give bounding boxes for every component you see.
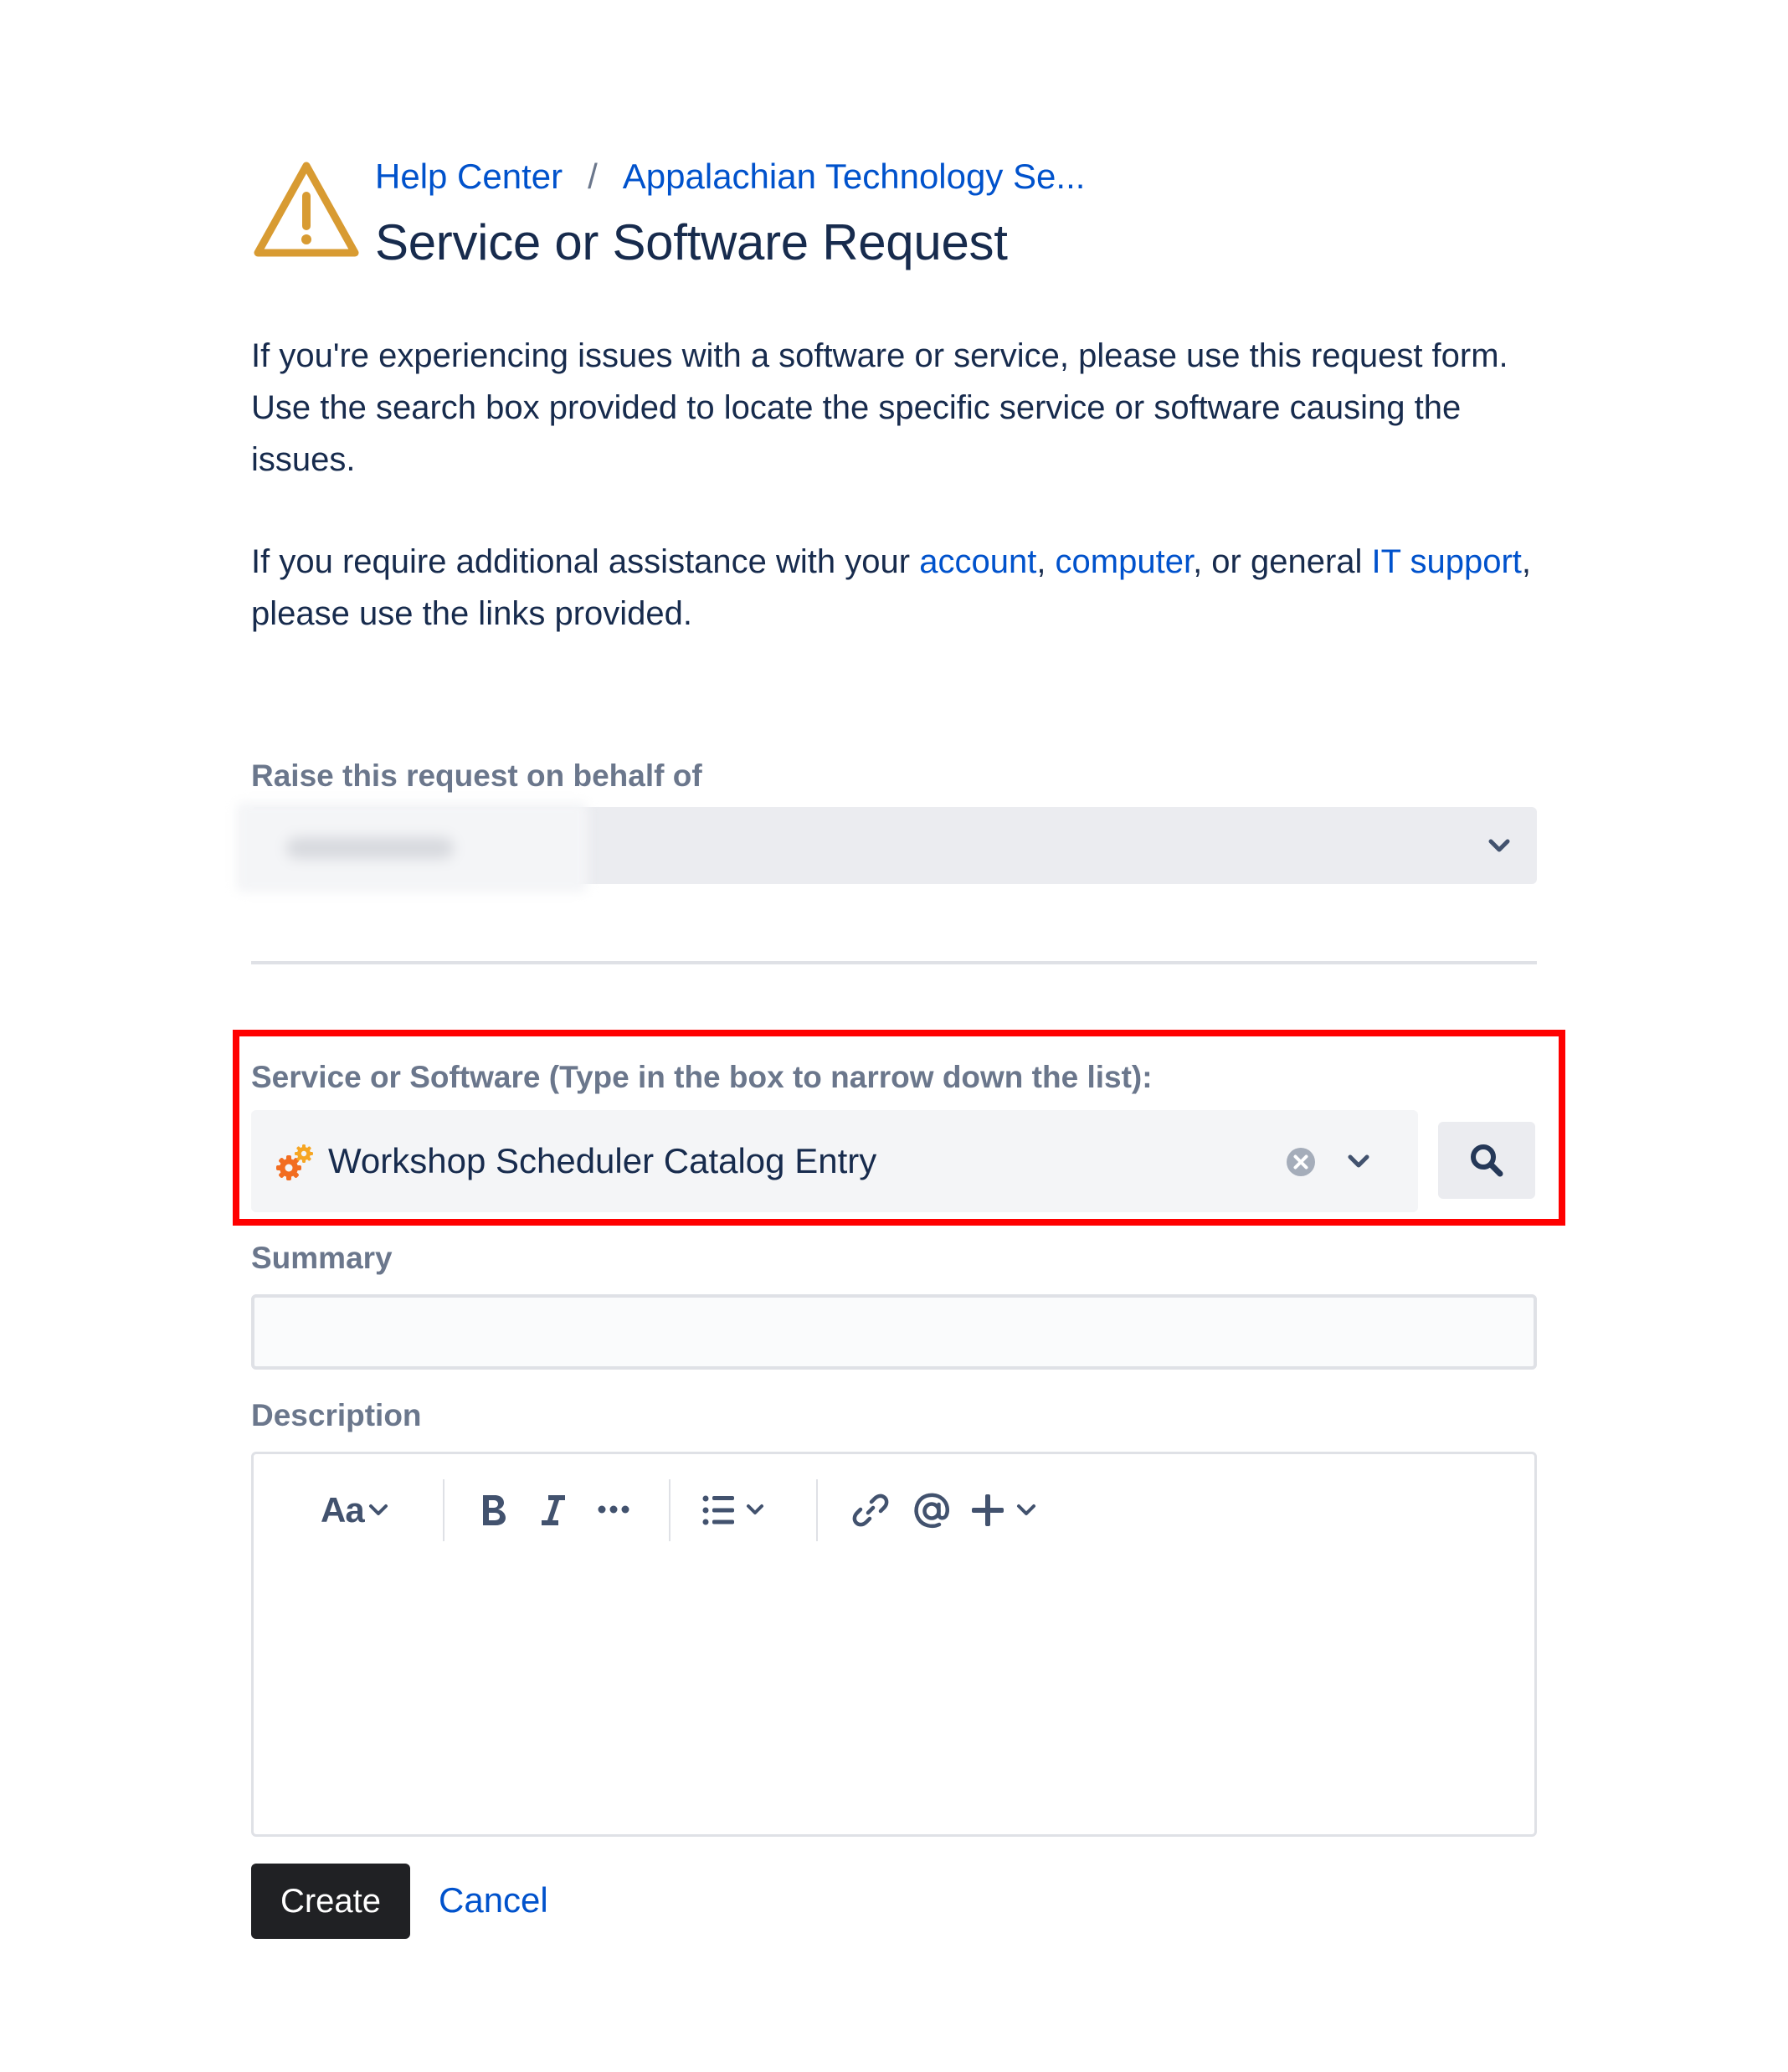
warning-triangle-icon	[254, 162, 359, 257]
redacted-user	[236, 802, 588, 892]
breadcrumb: Help Center / Appalachian Technology Se.…	[375, 153, 1085, 200]
text-style-label: Aa	[321, 1490, 365, 1530]
section-divider	[251, 961, 1537, 964]
breadcrumb-service-desk[interactable]: Appalachian Technology Se...	[623, 157, 1086, 197]
toolbar-separator	[669, 1479, 670, 1541]
chevron-down-icon	[368, 1504, 388, 1515]
description-label: Description	[251, 1398, 422, 1432]
mention-icon[interactable]	[912, 1491, 952, 1531]
chevron-down-icon[interactable]	[1487, 837, 1512, 854]
summary-input[interactable]	[251, 1294, 1537, 1370]
service-value: Workshop Scheduler Catalog Entry	[328, 1141, 877, 1180]
service-select[interactable]: Workshop Scheduler Catalog Entry	[251, 1110, 1418, 1212]
service-label: Service or Software (Type in the box to …	[251, 1060, 1153, 1094]
breadcrumb-separator: /	[588, 157, 598, 196]
gears-icon	[276, 1144, 313, 1180]
search-button[interactable]	[1438, 1122, 1535, 1199]
computer-link[interactable]: computer	[1056, 543, 1194, 580]
intro-text: ,	[1036, 543, 1056, 580]
request-page: Help Center / Appalachian Technology Se.…	[0, 0, 1788, 2072]
bullet-list-icon[interactable]	[702, 1494, 769, 1526]
behalf-label: Raise this request on behalf of	[251, 758, 702, 793]
search-icon	[1471, 1144, 1503, 1177]
redacted-user-blob	[286, 837, 454, 859]
it-support-link[interactable]: IT support	[1372, 543, 1522, 580]
behalf-select[interactable]	[236, 802, 1537, 892]
page-title: Service or Software Request	[375, 214, 1008, 270]
toolbar-separator	[443, 1479, 444, 1541]
bold-icon[interactable]	[476, 1491, 510, 1530]
intro-paragraph-1: If you're experiencing issues with a sof…	[251, 337, 1508, 478]
link-icon[interactable]	[851, 1491, 890, 1530]
create-button[interactable]: Create	[251, 1864, 410, 1939]
toolbar-separator	[816, 1479, 818, 1541]
more-formatting-icon[interactable]	[597, 1503, 630, 1516]
chevron-down-icon[interactable]	[1346, 1153, 1371, 1170]
summary-label: Summary	[251, 1241, 393, 1275]
intro-text: If you require additional assistance wit…	[251, 543, 920, 580]
account-link[interactable]: account	[919, 543, 1036, 580]
breadcrumb-help-center[interactable]: Help Center	[375, 157, 563, 197]
intro-text: , or general	[1193, 543, 1372, 580]
insert-plus-icon[interactable]	[970, 1491, 1046, 1530]
text-style-button[interactable]: Aa	[321, 1481, 389, 1540]
intro-paragraph-2: If you require additional assistance wit…	[251, 536, 1532, 640]
clear-icon[interactable]	[1286, 1147, 1316, 1177]
description-editor[interactable]: Aa	[251, 1452, 1537, 1837]
cancel-link[interactable]: Cancel	[439, 1875, 548, 1925]
italic-icon[interactable]	[537, 1491, 570, 1530]
